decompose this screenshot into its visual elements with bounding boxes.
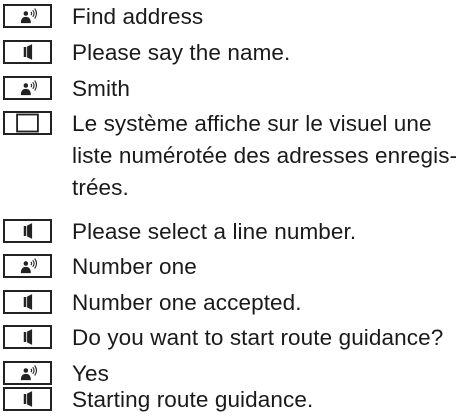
dialog-text: Please say the name. xyxy=(72,40,291,65)
user-speaks-icon xyxy=(3,4,52,28)
speaker-icon xyxy=(3,387,52,411)
voice-dialog-sequence: Find address Please say the name. Smith xyxy=(0,0,464,412)
dialog-text: Number one xyxy=(72,254,197,279)
dialog-text: Le système affiche sur le visuel une lis… xyxy=(72,111,458,200)
speaker-icon xyxy=(3,40,52,64)
user-speaks-icon xyxy=(3,254,52,278)
dialog-text: Find address xyxy=(72,4,204,29)
display-icon xyxy=(3,111,52,135)
dialog-text: Number one accepted. xyxy=(72,290,302,315)
speaker-icon xyxy=(3,219,52,243)
dialog-text: Smith xyxy=(72,76,131,101)
dialog-text: Please select a line number. xyxy=(72,219,357,244)
dialog-text: Starting route guidance. xyxy=(72,387,314,412)
speaker-icon xyxy=(3,290,52,314)
speaker-icon xyxy=(3,325,52,349)
user-speaks-icon xyxy=(3,76,52,100)
user-speaks-icon xyxy=(3,361,52,385)
dialog-text: Do you want to start route guidance? xyxy=(72,325,444,350)
